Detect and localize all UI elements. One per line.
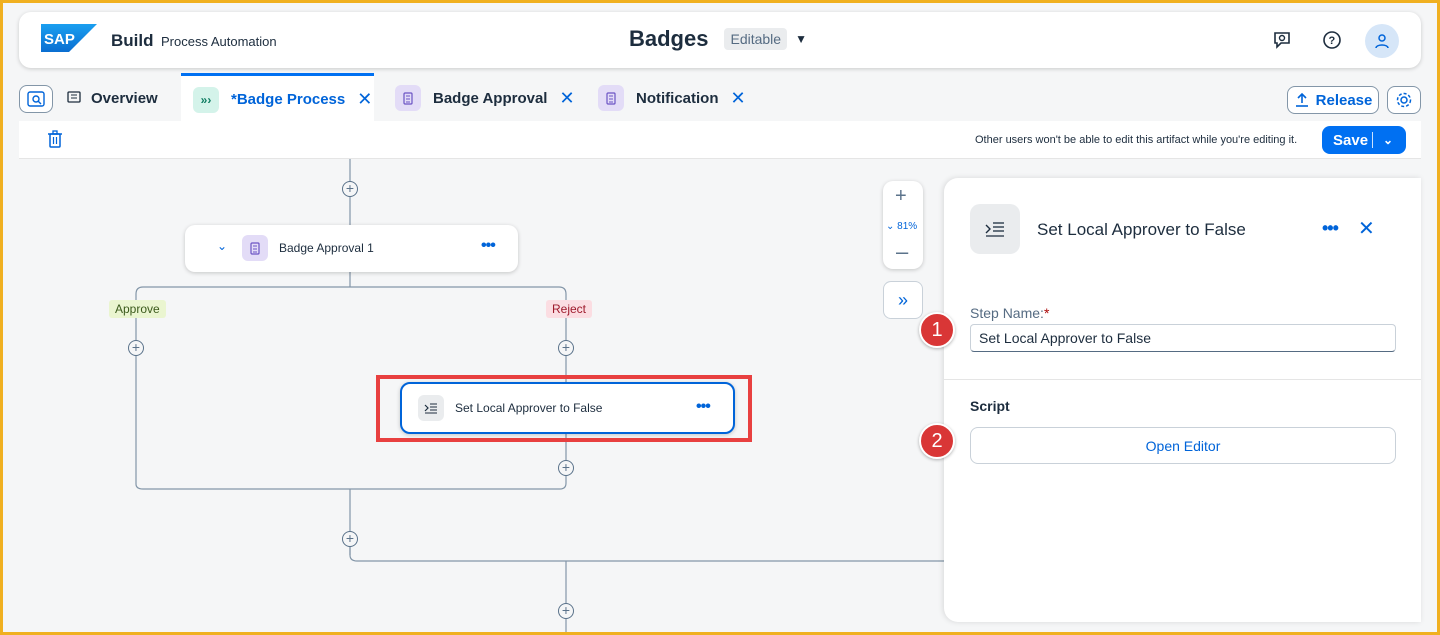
zoom-control: + ⌄ 81% – (883, 181, 923, 269)
brand-name: Build (111, 31, 154, 50)
title-area: Badges Editable ▼ (629, 26, 807, 52)
tab-notification[interactable]: Notification ✕ (598, 73, 746, 123)
close-icon[interactable]: ✕ (731, 88, 746, 109)
search-icon (27, 91, 45, 107)
zoom-out-button[interactable]: – (896, 239, 908, 265)
tab-label: *Badge Process (231, 91, 346, 108)
step-name-input[interactable] (970, 324, 1396, 352)
script-icon (970, 204, 1020, 254)
approval-node-label: Badge Approval 1 (279, 241, 374, 255)
avatar[interactable] (1365, 24, 1399, 58)
more-icon[interactable]: ••• (481, 237, 496, 255)
add-step-button[interactable]: + (558, 603, 574, 619)
collapse-panel-button[interactable]: » (883, 281, 923, 319)
process-canvas[interactable]: + ⌄ Badge Approval 1 ••• Approve Reject … (19, 159, 1421, 632)
step-name-label: Step Name:* (970, 305, 1049, 321)
callout-2: 2 (919, 423, 955, 459)
tab-badge-approval[interactable]: Badge Approval ✕ (395, 73, 575, 123)
save-button[interactable]: Save ⌄ (1322, 126, 1406, 154)
required-marker: * (1043, 305, 1050, 321)
approve-tag: Approve (109, 300, 166, 318)
zoom-in-button[interactable]: + (895, 185, 907, 208)
upload-icon (1295, 92, 1308, 107)
chevron-down-icon[interactable]: ⌄ (217, 239, 227, 253)
tab-overview[interactable]: Overview (59, 73, 166, 123)
help-icon[interactable]: ? (1321, 29, 1343, 51)
page-title: Badges (629, 26, 709, 51)
gear-icon (1396, 92, 1412, 108)
form-icon (242, 235, 268, 261)
process-icon: »› (193, 86, 219, 113)
overview-icon (67, 90, 81, 107)
divider (944, 379, 1421, 380)
add-step-button[interactable]: + (342, 531, 358, 547)
annotation-highlight (376, 375, 752, 442)
close-icon[interactable]: ✕ (357, 89, 372, 110)
user-icon (1375, 34, 1389, 49)
add-step-button[interactable]: + (342, 181, 358, 197)
double-chevron-right-icon: » (897, 289, 908, 310)
search-artifacts-button[interactable] (19, 85, 53, 113)
tab-badge-process[interactable]: »› *Badge Process ✕ (181, 73, 374, 123)
add-step-button[interactable]: + (558, 340, 574, 356)
close-icon[interactable]: ✕ (1358, 216, 1375, 241)
feedback-icon[interactable] (1271, 29, 1293, 51)
step-name-label-text: Step Name: (970, 305, 1044, 321)
tab-bar: Overview »› *Badge Process ✕ Badge Appro… (3, 73, 1437, 123)
save-label: Save (1333, 131, 1369, 149)
release-button[interactable]: Release (1287, 86, 1379, 114)
svg-text:SAP: SAP (44, 31, 75, 48)
add-step-button[interactable]: + (128, 340, 144, 356)
open-editor-button[interactable]: Open Editor (970, 427, 1396, 464)
status-badge: Editable (724, 28, 788, 50)
form-icon (598, 85, 624, 111)
more-icon[interactable]: ••• (1322, 218, 1339, 239)
tab-label: Overview (91, 89, 158, 107)
approval-node[interactable]: ⌄ Badge Approval 1 ••• (185, 225, 518, 272)
callout-1: 1 (919, 312, 955, 348)
form-icon (395, 85, 421, 111)
zoom-level-value: 81% (897, 221, 918, 232)
lock-message: Other users won't be able to edit this a… (975, 134, 1298, 146)
tab-label: Badge Approval (433, 89, 548, 107)
close-icon[interactable]: ✕ (559, 88, 574, 109)
settings-button[interactable] (1387, 86, 1421, 114)
svg-text:?: ? (1329, 35, 1336, 47)
sap-logo[interactable]: SAP (41, 24, 97, 52)
shell-bar: SAP Build Process Automation Badges Edit… (19, 12, 1421, 68)
add-step-button[interactable]: + (558, 460, 574, 476)
script-section-title: Script (970, 398, 1010, 414)
panel-title: Set Local Approver to False (1037, 220, 1246, 239)
app-frame: SAP Build Process Automation Badges Edit… (3, 3, 1437, 632)
tab-label: Notification (636, 89, 719, 107)
reject-tag: Reject (546, 300, 593, 318)
save-separator (1372, 132, 1373, 148)
chevron-down-icon[interactable]: ▼ (795, 32, 807, 46)
zoom-level[interactable]: ⌄ 81% (886, 221, 917, 232)
delete-icon[interactable] (47, 130, 63, 148)
editor-toolbar: Other users won't be able to edit this a… (19, 121, 1421, 159)
properties-panel: Set Local Approver to False ••• ✕ Step N… (944, 178, 1421, 622)
product-name: Process Automation (161, 34, 277, 49)
release-label: Release (1315, 91, 1373, 109)
chevron-down-icon[interactable]: ⌄ (1373, 133, 1393, 147)
